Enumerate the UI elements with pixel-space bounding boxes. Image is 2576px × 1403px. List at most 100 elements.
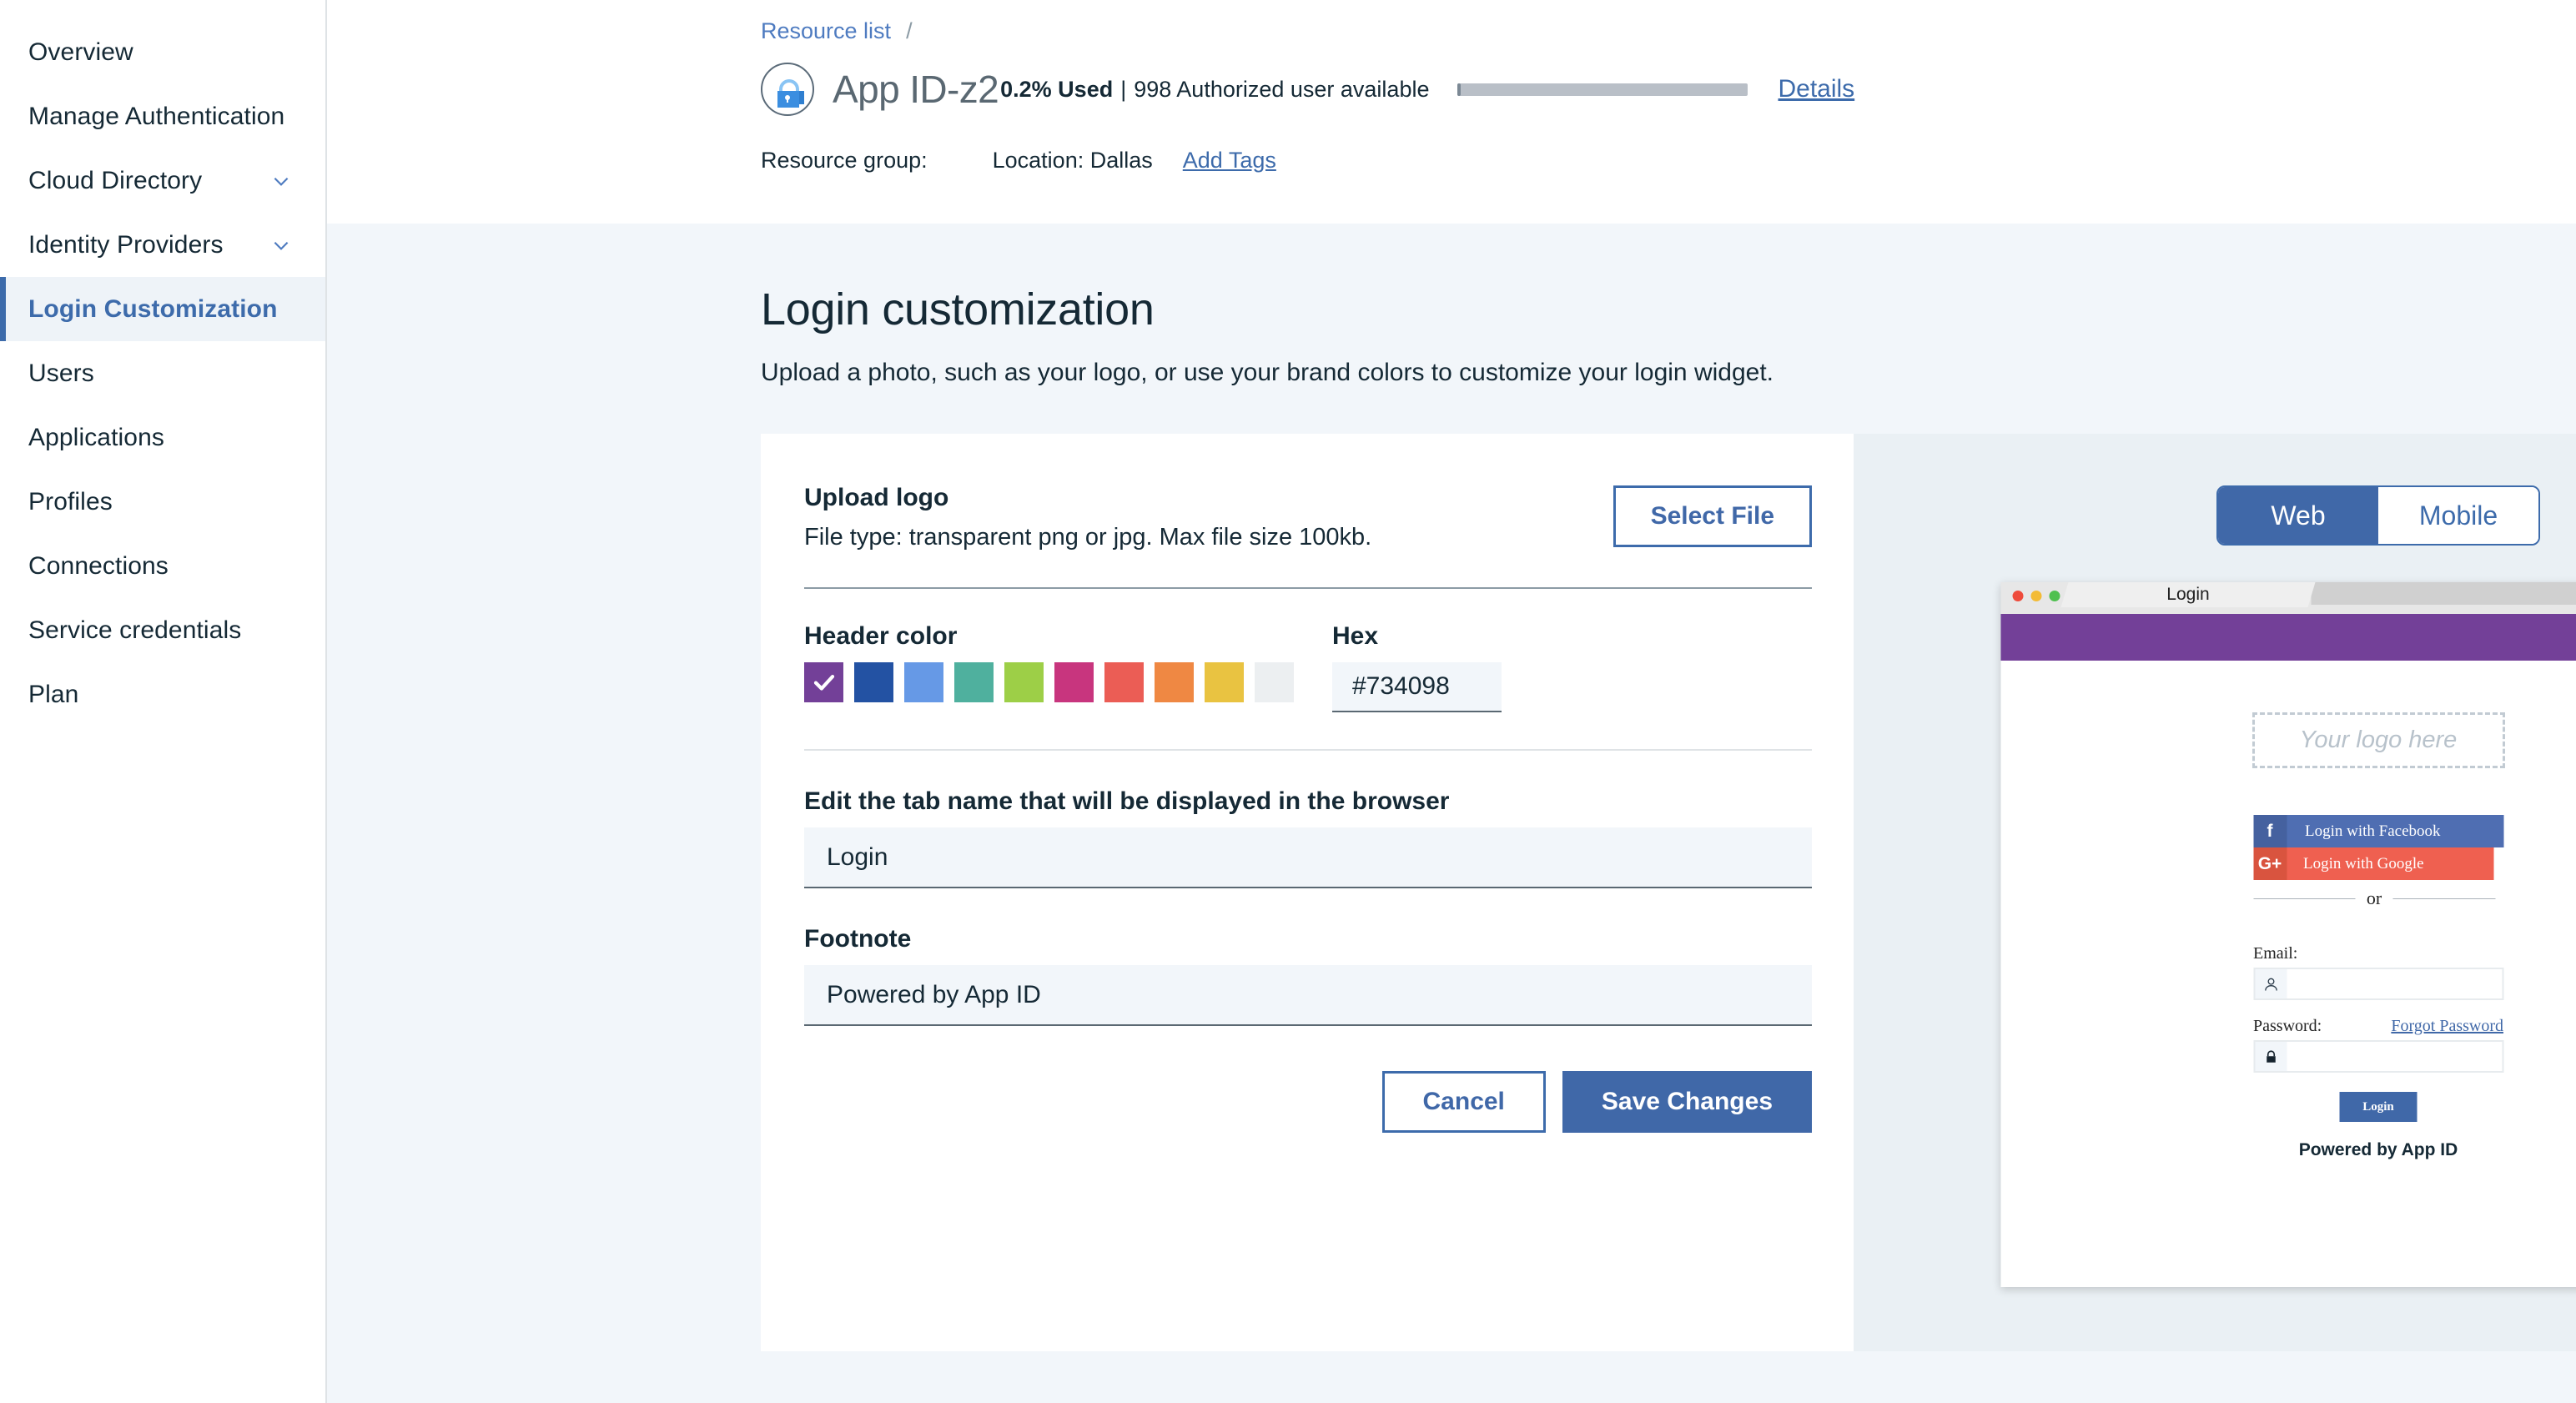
- resource-meta-row: Resource group: Location: Dallas Add Tag…: [327, 148, 2576, 173]
- browser-tabstrip-filler: [2311, 582, 2576, 605]
- sidebar-item-label: Profiles: [28, 487, 113, 515]
- browser-titlebar: Login: [2000, 582, 2576, 614]
- preview-powered-by: Powered by App ID: [2298, 1140, 2458, 1159]
- color-swatch-0[interactable]: [804, 662, 843, 702]
- form-actions: Cancel Save Changes: [804, 1071, 1812, 1133]
- preview-login-widget: Your logo here f Login with Facebook G+ …: [2000, 661, 2576, 1287]
- email-field[interactable]: [2253, 968, 2503, 1000]
- color-swatch-7[interactable]: [1155, 662, 1194, 702]
- upload-logo-description: File type: transparent png or jpg. Max f…: [804, 524, 1372, 551]
- maximize-icon[interactable]: [2049, 591, 2060, 601]
- preview-credential-fields: Email: Password: Forgot Password Login P…: [2253, 944, 2503, 1160]
- location-label: Location:: [992, 148, 1084, 173]
- section-subtitle: Upload a photo, such as your logo, or us…: [761, 359, 1774, 386]
- chevron-down-icon: [270, 234, 292, 256]
- facebook-icon: f: [2253, 815, 2287, 847]
- resource-header: Resource list / App ID-z2 0.2% Used | 99…: [327, 0, 2576, 224]
- body-panel: Login customization Upload a photo, such…: [327, 224, 2576, 1403]
- sidebar-item-plan[interactable]: Plan: [0, 662, 325, 727]
- sidebar-item-users[interactable]: Users: [0, 341, 325, 405]
- google-login-label: Login with Google: [2303, 854, 2424, 872]
- sidebar-item-identity-providers[interactable]: Identity Providers: [0, 213, 325, 277]
- or-divider: or: [2253, 888, 2496, 909]
- sidebar-item-overview[interactable]: Overview: [0, 20, 325, 84]
- sidebar-item-label: Login Customization: [28, 294, 278, 323]
- color-swatch-5[interactable]: [1054, 662, 1094, 702]
- sidebar-item-connections[interactable]: Connections: [0, 534, 325, 598]
- color-swatch-4[interactable]: [1004, 662, 1044, 702]
- sidebar-item-cloud-directory[interactable]: Cloud Directory: [0, 148, 325, 213]
- location-info: Location: Dallas: [993, 148, 1153, 173]
- password-row-labels: Password: Forgot Password: [2253, 1017, 2503, 1036]
- breadcrumb-separator: /: [906, 18, 913, 43]
- color-swatch-8[interactable]: [1205, 662, 1244, 702]
- footnote-input[interactable]: [804, 965, 1812, 1026]
- sidebar-item-login-customization[interactable]: Login Customization: [0, 277, 325, 341]
- google-plus-icon: G+: [2253, 847, 2287, 880]
- preview-login-button[interactable]: Login: [2339, 1092, 2418, 1122]
- header-color-label: Header color: [804, 622, 958, 650]
- location-value: Dallas: [1089, 148, 1153, 173]
- footnote-label: Footnote: [804, 925, 912, 953]
- color-swatch-list: [804, 662, 1294, 702]
- cancel-button[interactable]: Cancel: [1381, 1071, 1546, 1133]
- preview-panel: Web Mobile Login Your logo here f Login …: [1854, 434, 2576, 1351]
- preview-header-banner: [2000, 614, 2576, 661]
- add-tags-link[interactable]: Add Tags: [1183, 148, 1276, 173]
- password-field[interactable]: [2253, 1040, 2503, 1073]
- tab-name-input[interactable]: [804, 827, 1812, 888]
- forgot-password-link[interactable]: Forgot Password: [2391, 1017, 2503, 1036]
- user-icon: [2255, 969, 2287, 998]
- minimize-icon[interactable]: [2030, 591, 2042, 601]
- sidebar-item-applications[interactable]: Applications: [0, 405, 325, 470]
- browser-tab: Login: [2061, 582, 2316, 607]
- google-login-button[interactable]: G+ Login with Google: [2253, 847, 2493, 880]
- check-icon: [813, 675, 834, 691]
- browser-mockup: Login Your logo here f Login with Facebo…: [2000, 582, 2576, 1287]
- close-icon[interactable]: [2012, 591, 2024, 601]
- app-id-lock-icon: [761, 63, 814, 116]
- email-input[interactable]: [2287, 969, 2502, 998]
- header-color-section: Header color Hex: [804, 622, 1812, 712]
- color-swatch-2[interactable]: [904, 662, 943, 702]
- usage-available: 998 Authorized user available: [1134, 76, 1430, 102]
- tab-web[interactable]: Web: [2218, 487, 2378, 544]
- sidebar-item-manage-authentication[interactable]: Manage Authentication: [0, 84, 325, 148]
- section-title: Login customization: [761, 284, 1155, 334]
- save-changes-button[interactable]: Save Changes: [1562, 1071, 1812, 1133]
- tab-mobile[interactable]: Mobile: [2378, 487, 2538, 544]
- password-input[interactable]: [2287, 1042, 2502, 1071]
- facebook-login-button[interactable]: f Login with Facebook: [2253, 815, 2503, 847]
- resource-title-row: App ID-z2 0.2% Used | 998 Authorized use…: [327, 63, 2576, 116]
- or-label: or: [2366, 888, 2382, 908]
- sidebar-item-label: Users: [28, 359, 94, 387]
- hex-input[interactable]: [1332, 662, 1502, 712]
- usage-percent: 0.2% Used: [1000, 76, 1114, 102]
- usage-progress-bar: [1457, 83, 1748, 96]
- color-swatch-1[interactable]: [854, 662, 893, 702]
- lock-icon: [2255, 1042, 2287, 1071]
- color-swatch-6[interactable]: [1104, 662, 1144, 702]
- social-login-buttons: f Login with Facebook G+ Login with Goog…: [2253, 815, 2503, 909]
- divider: [804, 587, 1812, 589]
- sidebar-item-service-credentials[interactable]: Service credentials: [0, 598, 325, 662]
- email-label: Email:: [2253, 944, 2298, 963]
- app-root: Overview Manage Authentication Cloud Direc…: [0, 0, 2576, 1403]
- sidebar: Overview Manage Authentication Cloud Direc…: [0, 0, 327, 1403]
- sidebar-item-label: Applications: [28, 423, 164, 451]
- page-title-app-name: App ID-z2: [833, 68, 999, 111]
- preview-device-toggle: Web Mobile: [2216, 485, 2540, 546]
- sidebar-item-label: Identity Providers: [28, 230, 224, 259]
- tab-name-label: Edit the tab name that will be displayed…: [804, 787, 1450, 815]
- resource-group-label: Resource group:: [761, 148, 928, 173]
- sidebar-item-profiles[interactable]: Profiles: [0, 470, 325, 534]
- sidebar-item-label: Plan: [28, 680, 79, 708]
- color-swatch-3[interactable]: [954, 662, 994, 702]
- color-swatch-9[interactable]: [1255, 662, 1294, 702]
- sidebar-item-label: Connections: [28, 551, 169, 580]
- sidebar-item-label: Manage Authentication: [28, 102, 285, 130]
- select-file-button[interactable]: Select File: [1613, 485, 1812, 547]
- breadcrumb-resource-list-link[interactable]: Resource list: [761, 18, 891, 44]
- breadcrumb: Resource list /: [761, 18, 2576, 44]
- details-link[interactable]: Details: [1778, 75, 1854, 103]
